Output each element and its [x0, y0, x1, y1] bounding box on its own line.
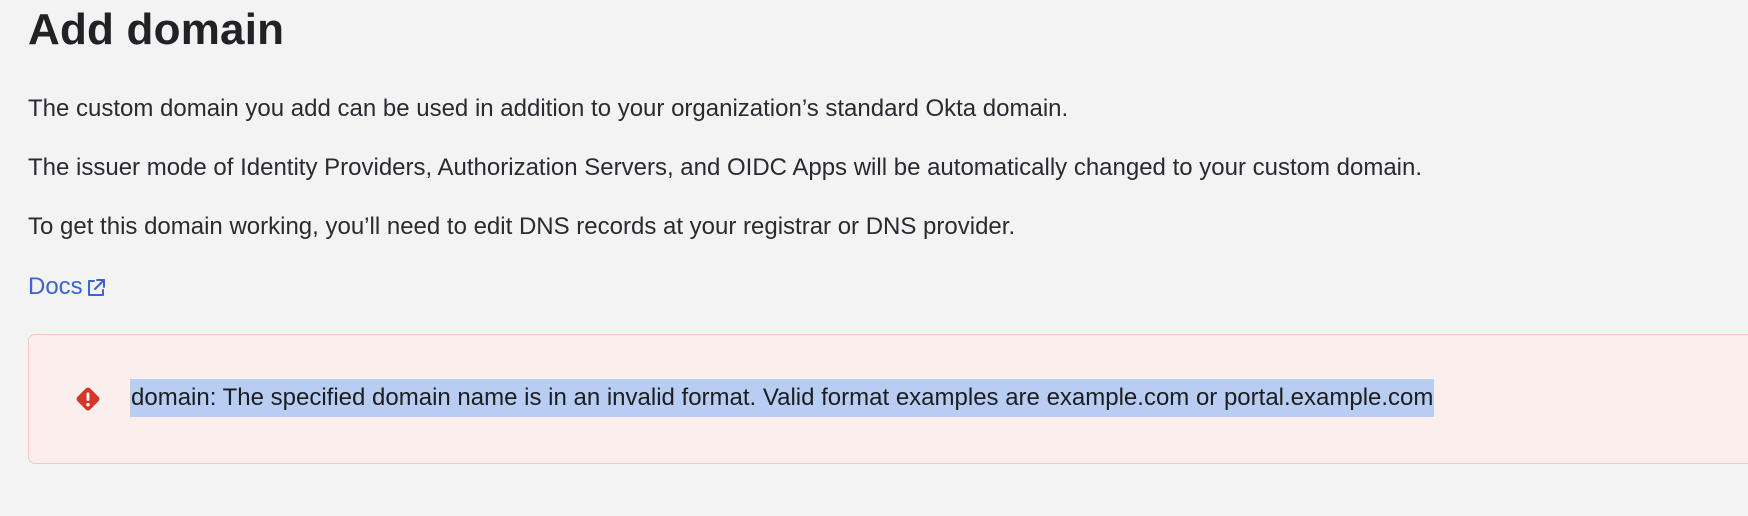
- add-domain-page: Add domain The custom domain you add can…: [28, 0, 1748, 516]
- external-link-icon: [87, 279, 105, 296]
- description-paragraph-1: The custom domain you add can be used in…: [28, 95, 1069, 122]
- description-paragraph-3: To get this domain working, you’ll need …: [28, 213, 1016, 240]
- error-message: domain: The specified domain name is in …: [130, 379, 1435, 417]
- error-diamond-icon: [76, 387, 100, 411]
- description-paragraph-2: The issuer mode of Identity Providers, A…: [28, 154, 1423, 181]
- page-title: Add domain: [28, 5, 285, 54]
- docs-link-label: Docs: [28, 273, 83, 300]
- error-callout: domain: The specified domain name is in …: [28, 334, 1748, 464]
- docs-link[interactable]: Docs: [28, 271, 107, 303]
